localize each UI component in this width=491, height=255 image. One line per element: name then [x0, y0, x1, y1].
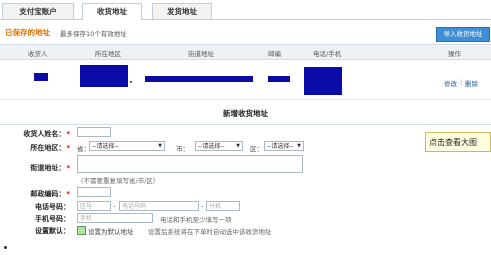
zip-label: 邮政编码：*: [30, 190, 70, 198]
col-region: 所在地区: [95, 50, 121, 58]
address-table-header: 收货人 所在地区 街道地址 邮编 电话/手机 操作: [0, 44, 491, 60]
region-label: 所在地区：*: [30, 144, 70, 152]
tab-shipping-address[interactable]: 收货地址: [82, 3, 142, 20]
name-input[interactable]: [77, 127, 111, 137]
col-actions: 操作: [448, 50, 461, 58]
default-hint: 设置后系统将在下单时自动选中该收货地址: [148, 228, 272, 236]
saved-address-bar: 已保存的地址 最多保存10个有效地址: [0, 23, 491, 41]
col-recipient: 收货人: [28, 50, 48, 58]
mobile-hint: 电话和手机至少填写一项: [160, 216, 232, 224]
region-dot: [130, 81, 132, 83]
street-label: 街道地址：*: [30, 164, 70, 172]
default-label: 设置默认：: [35, 227, 70, 235]
new-address-form: 收货人姓名：* 所在地区：* 省： --请选择-- ▼ 市： --请选择-- ▼ 区…: [0, 124, 491, 243]
phone-dash-1: -: [113, 202, 116, 210]
city-label: 市：: [176, 145, 189, 153]
delete-link[interactable]: 删除: [465, 78, 478, 88]
district-select[interactable]: --请选择-- ▼: [264, 141, 304, 151]
phone-area-input[interactable]: 区号: [77, 201, 111, 211]
phone-dash-2: -: [201, 202, 204, 210]
mobile-input[interactable]: 手机: [77, 213, 153, 223]
redacted-phone: [304, 67, 342, 95]
redacted-region: [80, 65, 128, 87]
default-checkbox[interactable]: [77, 226, 86, 235]
view-large-image-tooltip[interactable]: 点击查看大图: [425, 132, 491, 152]
col-zip: 邮编: [268, 50, 281, 58]
zip-input[interactable]: [77, 187, 111, 197]
tab-bar: 支付宝账户 收货地址 发货地址: [0, 0, 491, 20]
redacted-recipient: [34, 73, 48, 81]
edit-link[interactable]: 修改: [444, 78, 457, 88]
saved-address-title: 已保存的地址: [5, 28, 50, 37]
tab-alipay-account[interactable]: 支付宝账户: [2, 3, 74, 19]
col-street: 街道地址: [188, 50, 214, 58]
province-select[interactable]: --请选择-- ▼: [89, 141, 165, 151]
city-select[interactable]: --请选择-- ▼: [195, 141, 243, 151]
redacted-street: [145, 76, 253, 82]
table-row: [0, 59, 491, 100]
redacted-zip: [268, 76, 290, 82]
district-label: 区：: [250, 145, 263, 153]
new-address-title: 新增收货地址: [223, 109, 268, 118]
phone-label: 电话号码：: [35, 203, 70, 211]
phone-ext-input[interactable]: 分机: [206, 201, 240, 211]
street-textarea[interactable]: [77, 155, 303, 173]
phone-number-input[interactable]: 电话号码: [119, 201, 199, 211]
mobile-label: 手机号码：: [35, 215, 70, 223]
default-checkbox-text: 设置为默认地址: [88, 228, 134, 236]
col-phone: 电话/手机: [313, 50, 342, 58]
page-bullet: [4, 246, 7, 249]
saved-address-hint: 最多保存10个有效地址: [60, 30, 127, 38]
import-address-button[interactable]: 导入收货地址: [436, 27, 490, 42]
name-label: 收货人姓名：*: [23, 130, 70, 138]
action-separator: |: [460, 78, 463, 86]
tab-sender-address[interactable]: 发货地址: [152, 3, 212, 19]
street-hint: （不需要重复填写省/市/区）: [77, 177, 160, 185]
